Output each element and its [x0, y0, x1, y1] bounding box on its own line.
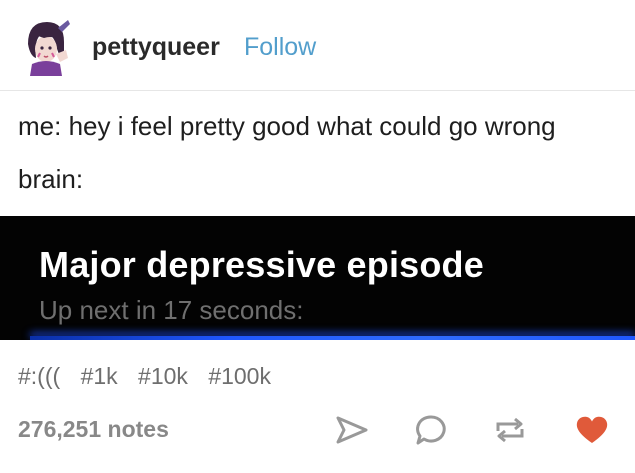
tag-list: #:((( #1k #10k #100k [18, 363, 285, 390]
username[interactable]: pettyqueer [92, 33, 220, 62]
tag-link[interactable]: #:((( [18, 363, 60, 390]
heart-icon [576, 416, 608, 443]
video-progress-glow [30, 336, 635, 340]
video-up-next: Up next in 17 seconds: [39, 295, 304, 325]
header-divider [0, 90, 635, 91]
tag-link[interactable]: #1k [81, 363, 118, 390]
post-text-line: me: hey i feel pretty good what could go… [18, 111, 556, 141]
post-header: pettyqueer Follow [0, 0, 635, 90]
notes-count[interactable]: 276,251 notes [18, 416, 169, 443]
reply-button[interactable] [409, 408, 453, 452]
reblog-button[interactable] [488, 408, 532, 452]
post-text-line: brain: [18, 164, 84, 194]
tag-link[interactable]: #10k [138, 363, 188, 390]
paper-plane-icon [336, 416, 368, 444]
reblog-icon [496, 417, 524, 443]
tag-link[interactable]: #100k [208, 363, 271, 390]
video-title: Major depressive episode [39, 244, 484, 285]
like-button[interactable] [570, 408, 614, 452]
share-button[interactable] [330, 408, 374, 452]
follow-button[interactable]: Follow [244, 33, 316, 62]
avatar[interactable] [14, 14, 78, 78]
avatar-image [15, 15, 77, 77]
video-screenshot[interactable]: Major depressive episode Up next in 17 s… [0, 216, 635, 340]
speech-bubble-icon [416, 415, 446, 445]
